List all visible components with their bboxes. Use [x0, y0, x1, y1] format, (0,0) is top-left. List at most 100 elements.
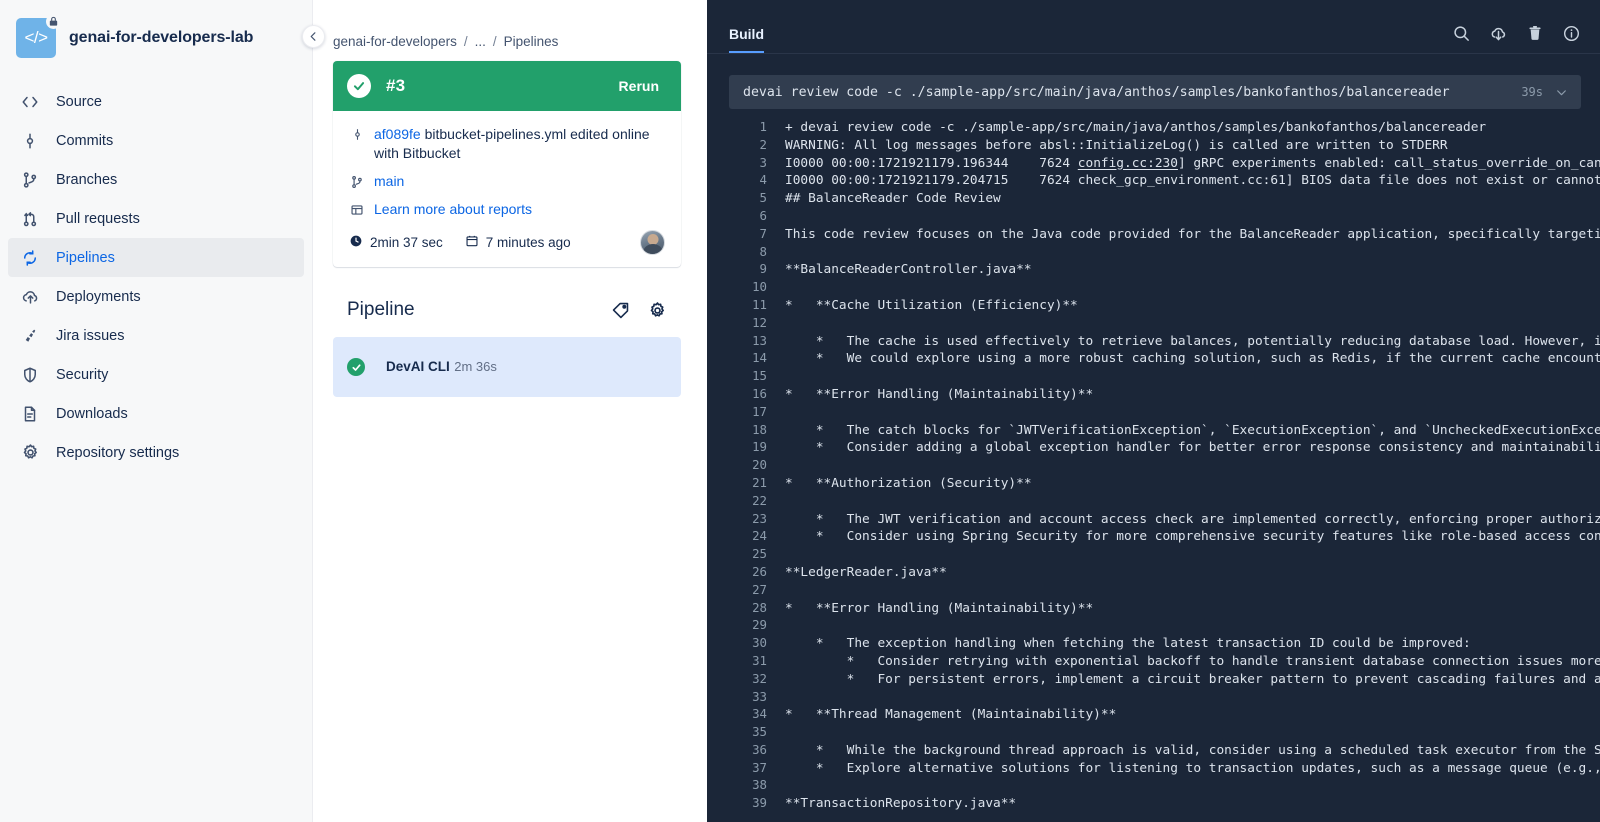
log-line: 10 [707, 278, 1600, 296]
breadcrumb-item-pipelines[interactable]: Pipelines [504, 34, 559, 49]
log-line-number: 9 [759, 261, 767, 277]
log-line-number: 20 [752, 457, 767, 473]
breadcrumb-item-repo[interactable]: genai-for-developers [333, 34, 457, 49]
log-line-number: 3 [759, 154, 767, 170]
log-line-number: 15 [752, 368, 767, 384]
log-line-number: 17 [752, 403, 767, 419]
pipelines-icon [20, 248, 40, 268]
pull-request-icon [20, 209, 40, 229]
log-line: 21 * **Authorization (Security)** [707, 474, 1600, 492]
sidebar-item-source[interactable]: Source [8, 82, 304, 121]
log-line: 19 * Consider adding a global exception … [707, 438, 1600, 456]
branch-link[interactable]: main [374, 172, 404, 191]
tag-icon[interactable] [611, 301, 630, 320]
command-duration: 39s [1521, 85, 1543, 99]
log-line-text: * Consider adding a global exception han… [785, 440, 1600, 456]
rerun-button[interactable]: Rerun [613, 73, 665, 99]
log-line-text: * Explore alternative solutions for list… [785, 760, 1600, 776]
breadcrumb-separator: / [492, 34, 497, 49]
log-line-number: 26 [752, 563, 767, 579]
log-line-number: 35 [752, 724, 767, 740]
log-line: 32 * For persistent errors, implement a … [707, 670, 1600, 688]
info-icon[interactable] [1562, 24, 1581, 43]
step-name: DevAI CLI [386, 359, 450, 374]
build-summary-card: #3 Rerun af089fe bitbucket-pipelines.yml… [333, 61, 681, 267]
log-line-text: This code review focuses on the Java cod… [785, 226, 1600, 242]
log-line: 8 [707, 243, 1600, 261]
command-header-bar[interactable]: devai review code -c ./sample-app/src/ma… [729, 75, 1581, 109]
log-line: 31 * Consider retrying with exponential … [707, 652, 1600, 670]
chevron-down-icon[interactable] [1555, 86, 1568, 99]
log-line: 30 * The exception handling when fetchin… [707, 634, 1600, 652]
log-line-number: 14 [752, 350, 767, 366]
log-line-number: 27 [752, 581, 767, 597]
sidebar-item-jira-issues[interactable]: Jira issues [8, 316, 304, 355]
log-line: 5 ## BalanceReader Code Review [707, 189, 1600, 207]
log-line-number: 34 [752, 706, 767, 722]
search-icon[interactable] [1452, 24, 1471, 43]
build-number: #3 [386, 76, 406, 95]
log-line-number: 30 [752, 635, 767, 651]
sidebar-item-pull-requests[interactable]: Pull requests [8, 199, 304, 238]
log-line: 6 [707, 207, 1600, 225]
sidebar-item-label: Source [56, 93, 102, 110]
build-meta-row: 2min 37 sec 7 minutes ago [349, 230, 665, 255]
sidebar-item-label: Downloads [56, 405, 128, 422]
log-line-number: 10 [752, 279, 767, 295]
log-line-text: * **Cache Utilization (Efficiency)** [785, 297, 1078, 313]
log-line-number: 22 [752, 492, 767, 508]
pipeline-actions [611, 301, 681, 320]
log-line-number: 39 [752, 795, 767, 811]
log-line-number: 37 [752, 759, 767, 775]
learn-more-reports-link[interactable]: Learn more about reports [374, 200, 532, 219]
log-line-text: * For persistent errors, implement a cir… [846, 671, 1600, 687]
avatar[interactable] [640, 230, 665, 255]
log-output[interactable]: 1 + devai review code -c ./sample-app/src… [707, 118, 1600, 818]
sidebar-item-repository-settings[interactable]: Repository settings [8, 433, 304, 472]
log-line-number: 7 [759, 225, 767, 241]
sidebar-item-security[interactable]: Security [8, 355, 304, 394]
log-line-number: 21 [752, 474, 767, 490]
log-line-number: 1 [759, 119, 767, 134]
reports-row: Learn more about reports [349, 200, 665, 219]
breadcrumb-item-ellipsis[interactable]: ... [475, 34, 486, 49]
report-icon [349, 200, 365, 219]
log-toolbar-icons [1452, 24, 1581, 53]
pipeline-step-devai-cli[interactable]: DevAI CLI 2m 36s [333, 337, 681, 397]
pipeline-detail-column: genai-for-developers / ... / Pipelines #… [302, 0, 701, 822]
log-line: 11 * **Cache Utilization (Efficiency)** [707, 296, 1600, 314]
sidebar-item-pipelines[interactable]: Pipelines [8, 238, 304, 277]
pipeline-section-header: Pipeline [333, 299, 681, 321]
log-line-number: 32 [752, 670, 767, 686]
build-log-panel: Build devai review code -c ./sample-app/… [701, 0, 1600, 822]
log-line: 1 + devai review code -c ./sample-app/src… [707, 118, 1600, 136]
log-line-text: I0000 00:00:1721921179.196344 7624 confi… [785, 155, 1600, 171]
log-line: 23 * The JWT verification and account ac… [707, 510, 1600, 528]
branch-icon [20, 170, 40, 190]
sidebar-item-branches[interactable]: Branches [8, 160, 304, 199]
chevron-left-icon [310, 32, 316, 41]
repository-name: genai-for-developers-lab [69, 29, 254, 46]
repository-sidebar: </> genai-for-developers-lab Source Comm… [0, 0, 313, 822]
sidebar-item-deployments[interactable]: Deployments [8, 277, 304, 316]
log-line-number: 29 [752, 617, 767, 633]
log-line-text: * The JWT verification and account acces… [785, 511, 1600, 527]
commit-hash-link[interactable]: af089fe [374, 126, 421, 142]
trash-icon[interactable] [1526, 24, 1544, 43]
collapse-sidebar-button[interactable] [302, 25, 325, 48]
sidebar-item-commits[interactable]: Commits [8, 121, 304, 160]
breadcrumb: genai-for-developers / ... / Pipelines [333, 0, 681, 61]
log-line-number: 11 [752, 296, 767, 312]
pipeline-steps-section: Pipeline DevAI CLI 2m 36s [333, 299, 681, 397]
log-line-text: * The cache is used effectively to retri… [815, 333, 1600, 349]
log-line: 17 [707, 403, 1600, 421]
download-cloud-icon[interactable] [1489, 24, 1508, 43]
log-line: 29 [707, 616, 1600, 634]
tab-build[interactable]: Build [729, 26, 764, 53]
log-line-text: * While the background thread approach i… [815, 742, 1600, 758]
log-line-number: 38 [752, 777, 767, 793]
gear-icon[interactable] [648, 301, 667, 320]
sidebar-item-downloads[interactable]: Downloads [8, 394, 304, 433]
repository-header[interactable]: </> genai-for-developers-lab [0, 0, 312, 68]
log-line: 7 This code review focuses on the Java co… [707, 225, 1600, 243]
